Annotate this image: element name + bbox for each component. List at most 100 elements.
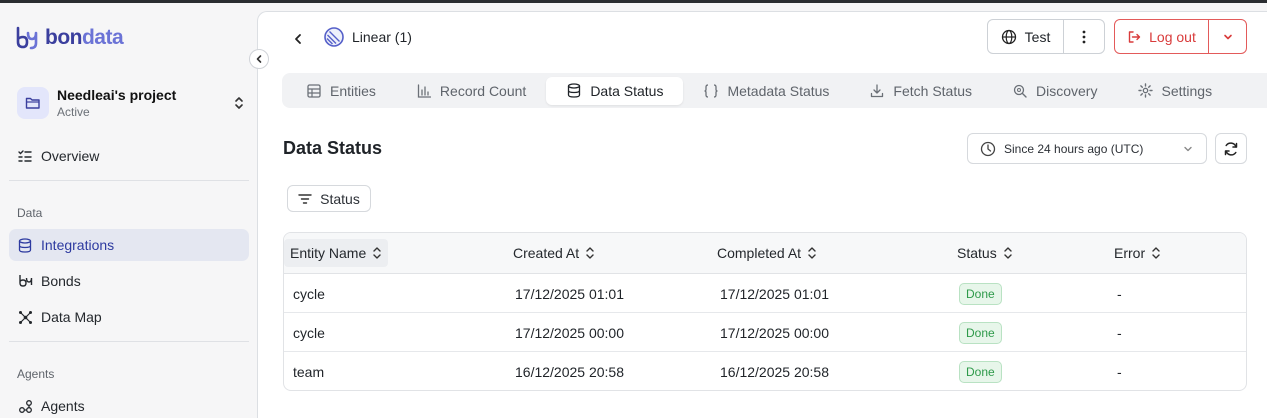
tab-discovery[interactable]: Discovery [992,77,1117,105]
sidebar-item-agents[interactable]: Agents [9,390,249,418]
cell-error: - [1117,324,1122,341]
bondata-wordmark: bondata [45,26,124,49]
refresh-icon [1224,141,1238,156]
chevron-left-icon [295,34,301,44]
status-badge: Done [959,282,1002,305]
sidebar-item-label: Bonds [41,273,81,289]
column-header-status[interactable]: Status [951,239,1019,267]
tab-record-count[interactable]: Record Count [396,77,546,105]
logout-button-group: Log out [1114,19,1247,54]
sidebar-item-data-map[interactable]: Data Map [9,301,249,333]
tab-fetch-status[interactable]: Fetch Status [849,77,992,105]
test-button-label: Test [1024,28,1051,45]
bondata-logo-icon [16,26,38,50]
agents-icon [17,398,33,414]
time-range-select[interactable]: Since 24 hours ago (UTC) [967,133,1207,164]
sort-icon [373,247,381,259]
tab-label: Metadata Status [727,82,830,99]
chevron-down-icon [1184,146,1192,151]
logout-button-label: Log out [1149,28,1196,45]
database-icon [17,237,33,253]
tab-label: Settings [1161,82,1213,99]
tab-settings[interactable]: Settings [1117,77,1232,105]
sidebar-item-label: Agents [41,398,85,414]
sort-icon [586,247,594,259]
sort-icon [808,247,816,259]
column-header-error[interactable]: Error [1108,239,1167,267]
cell-status: Done [959,274,1002,313]
sidebar: bondata Needleai's project Active Overvi… [0,3,257,418]
gear-icon [1137,83,1153,99]
sidebar-divider [9,180,249,181]
table-row[interactable]: cycle 17/12/2025 00:00 17/12/2025 00:00 … [284,313,1246,352]
list-check-icon [17,148,33,164]
chevron-down-icon [1223,34,1232,39]
collapse-sidebar-button[interactable] [249,49,269,69]
bond-icon [17,273,33,289]
cell-status: Done [959,313,1002,352]
status-badge: Done [959,360,1002,383]
sidebar-divider [9,341,249,342]
search-icon [1012,83,1028,99]
sidebar-item-label: Integrations [41,237,115,253]
cell-status: Done [959,352,1002,390]
back-button[interactable] [288,29,308,49]
cell-completed-at: 17/12/2025 00:00 [720,324,829,341]
sidebar-item-label: Data Map [41,309,102,325]
folder-icon [17,87,49,119]
project-status: Active [57,105,90,119]
table-row[interactable]: team 16/12/2025 20:58 16/12/2025 20:58 D… [284,352,1246,390]
sort-icon [1004,247,1012,259]
refresh-button[interactable] [1215,133,1247,164]
tab-label: Record Count [439,82,527,99]
table-row[interactable]: cycle 17/12/2025 01:01 17/12/2025 01:01 … [284,274,1246,313]
column-header-created-at[interactable]: Created At [507,239,601,267]
sidebar-item-overview[interactable]: Overview [9,140,249,172]
column-header-entity-name[interactable]: Entity Name [284,239,389,267]
project-switcher[interactable]: Needleai's project Active [17,83,247,123]
cell-created-at: 16/12/2025 20:58 [515,363,624,380]
cell-error: - [1117,363,1122,380]
status-filter-button[interactable]: Status [287,185,371,212]
project-name: Needleai's project [57,87,177,103]
sidebar-item-integrations[interactable]: Integrations [9,229,249,261]
status-badge: Done [959,321,1002,344]
sidebar-item-bonds[interactable]: Bonds [9,265,249,297]
cell-error: - [1117,285,1122,302]
sidebar-section-data: Data [17,206,43,220]
cell-entity-name: team [293,363,325,380]
column-header-completed-at[interactable]: Completed At [711,239,823,267]
logout-icon [1128,30,1141,43]
table-header: Entity Name Created At Completed At Stat… [284,233,1246,274]
tab-label: Entities [330,82,376,99]
cell-completed-at: 17/12/2025 01:01 [720,285,829,302]
grid-icon [306,83,322,99]
cell-completed-at: 16/12/2025 20:58 [720,363,829,380]
cell-created-at: 17/12/2025 01:01 [515,285,624,302]
time-range-value: Since 24 hours ago (UTC) [1004,141,1144,156]
integration-title: Linear (1) [352,29,412,45]
globe-icon [1001,29,1016,44]
test-button[interactable]: Test [988,20,1064,53]
clock-icon [980,141,996,156]
cell-entity-name: cycle [293,324,325,341]
logout-button[interactable]: Log out [1115,20,1209,53]
bondata-logo[interactable]: bondata [14,25,124,51]
more-vertical-icon [1082,30,1086,43]
more-options-button[interactable] [1064,20,1104,53]
tab-data-status[interactable]: Data Status [546,76,684,105]
network-icon [17,309,33,325]
filter-icon [298,193,312,204]
tab-entities[interactable]: Entities [286,77,396,105]
bar-chart-icon [416,83,432,99]
cell-entity-name: cycle [293,285,325,302]
data-status-table: Entity Name Created At Completed At Stat… [283,232,1247,391]
linear-logo-icon [324,27,344,47]
download-icon [869,83,885,99]
sort-icon [1152,247,1160,259]
test-button-group: Test [987,19,1105,54]
sidebar-section-agents: Agents [17,367,55,381]
chevron-up-down-icon [231,93,247,113]
tab-metadata-status[interactable]: Metadata Status [683,77,849,105]
logout-dropdown-button[interactable] [1209,20,1246,53]
